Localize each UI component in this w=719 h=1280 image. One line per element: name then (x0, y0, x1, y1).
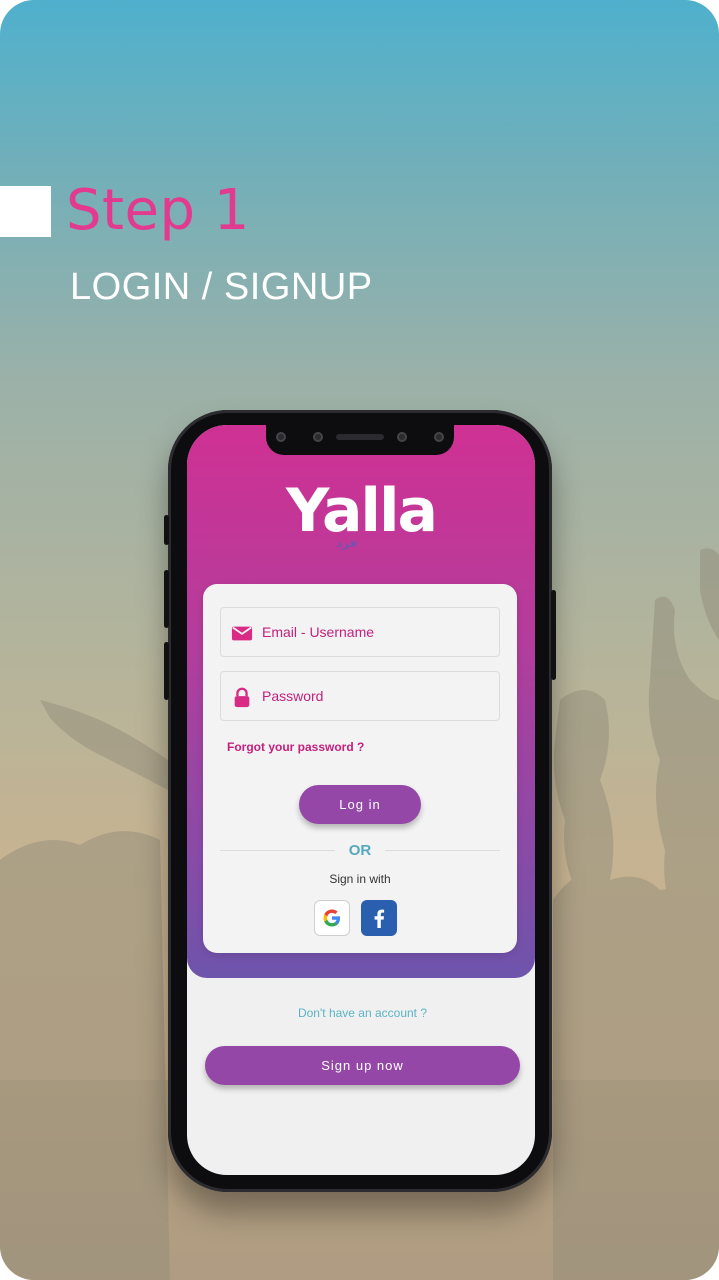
password-field[interactable] (220, 671, 500, 721)
speaker-grill (336, 434, 384, 440)
divider-left (220, 850, 335, 851)
step-title: Step 1 (66, 178, 250, 243)
camera-icon (313, 432, 323, 442)
login-button[interactable]: Log in (299, 785, 421, 824)
phone-side-button (164, 515, 169, 545)
forgot-password-link[interactable]: Forgot your password ? (227, 740, 364, 754)
lock-icon (234, 687, 250, 708)
facebook-signin-button[interactable] (361, 900, 397, 936)
sensor-icon (397, 432, 407, 442)
sensor-icon (434, 432, 444, 442)
phone-volume-up (164, 570, 169, 628)
or-separator: OR (348, 842, 372, 859)
promo-background: Step 1 LOGIN / SIGNUP Yalla فرد Forgot y… (0, 0, 719, 1280)
google-signin-button[interactable] (314, 900, 350, 936)
signup-button[interactable]: Sign up now (205, 1046, 520, 1085)
email-field[interactable] (220, 607, 500, 657)
sign-in-with-label: Sign in with (329, 872, 391, 886)
no-account-prompt[interactable]: Don't have an account ? (240, 1006, 485, 1020)
divider-right (385, 850, 500, 851)
camera-icon (276, 432, 286, 442)
google-icon (323, 909, 341, 927)
step-marker (0, 186, 51, 237)
phone-notch (266, 425, 454, 455)
phone-volume-down (164, 642, 169, 700)
email-input[interactable] (262, 608, 492, 656)
step-subtitle: LOGIN / SIGNUP (70, 266, 373, 308)
envelope-icon (231, 626, 253, 641)
password-input[interactable] (262, 672, 492, 720)
app-logo-tagline: فرد (336, 536, 358, 550)
facebook-icon (374, 909, 385, 928)
phone-power-button (551, 590, 556, 680)
app-logo: Yalla (286, 476, 438, 546)
